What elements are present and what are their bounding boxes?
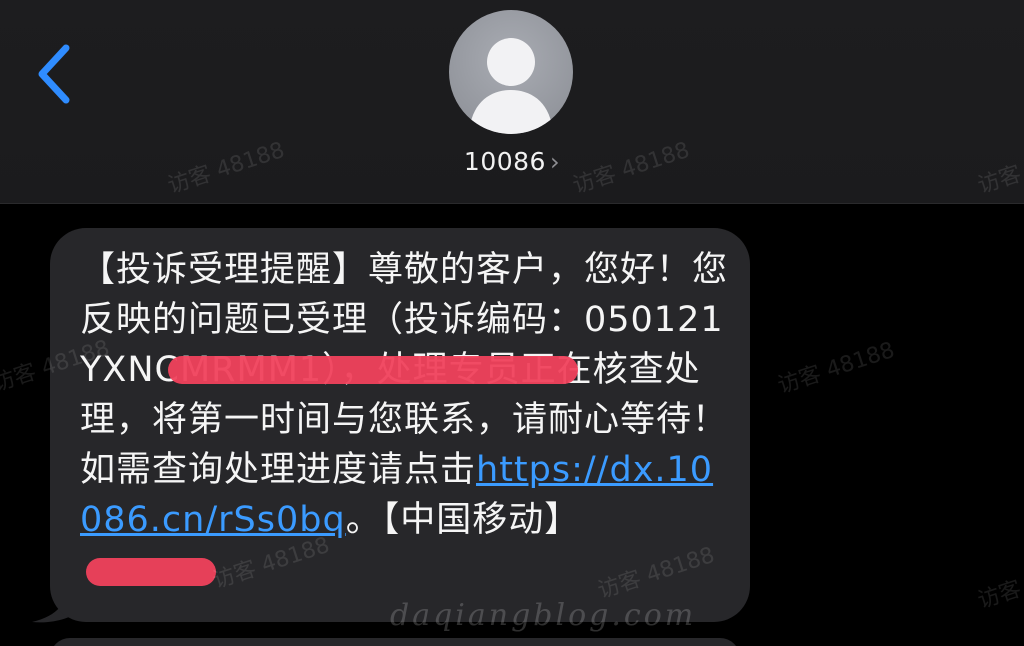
watermark-visitor: 访客 48188 [974, 553, 1024, 614]
watermark-visitor: 访客 48188 [569, 137, 693, 199]
avatar[interactable] [449, 10, 573, 134]
messages-screen: 10086› 访客 48188 访客 48188 访客 48188 【投诉受理提… [0, 0, 1024, 646]
avatar-person-icon [469, 38, 553, 134]
back-button[interactable] [30, 42, 80, 106]
watermark-visitor: 访客 48188 [974, 138, 1024, 199]
contact-name: 10086 [463, 147, 546, 176]
watermark-visitor: 访客 48188 [164, 137, 288, 199]
watermark-visitor: 访客 48188 [774, 337, 898, 399]
next-message-bubble[interactable] [50, 638, 740, 646]
chevron-right-icon: › [549, 148, 561, 176]
redaction-mark [168, 356, 578, 384]
message-text: 【投诉受理提醒】尊敬的客户，您好！您反映的问题已受理（投诉编码：050121YX… [80, 245, 730, 545]
conversation-header: 10086› 访客 48188 访客 48188 访客 48188 [0, 0, 1024, 204]
back-chevron-icon [38, 44, 70, 104]
contact-name-button[interactable]: 10086 › [0, 147, 1024, 176]
message-signature: 。【中国移动】 [345, 500, 581, 540]
redaction-mark [86, 558, 216, 586]
watermark-blog: daqiangblog.com [390, 598, 697, 633]
